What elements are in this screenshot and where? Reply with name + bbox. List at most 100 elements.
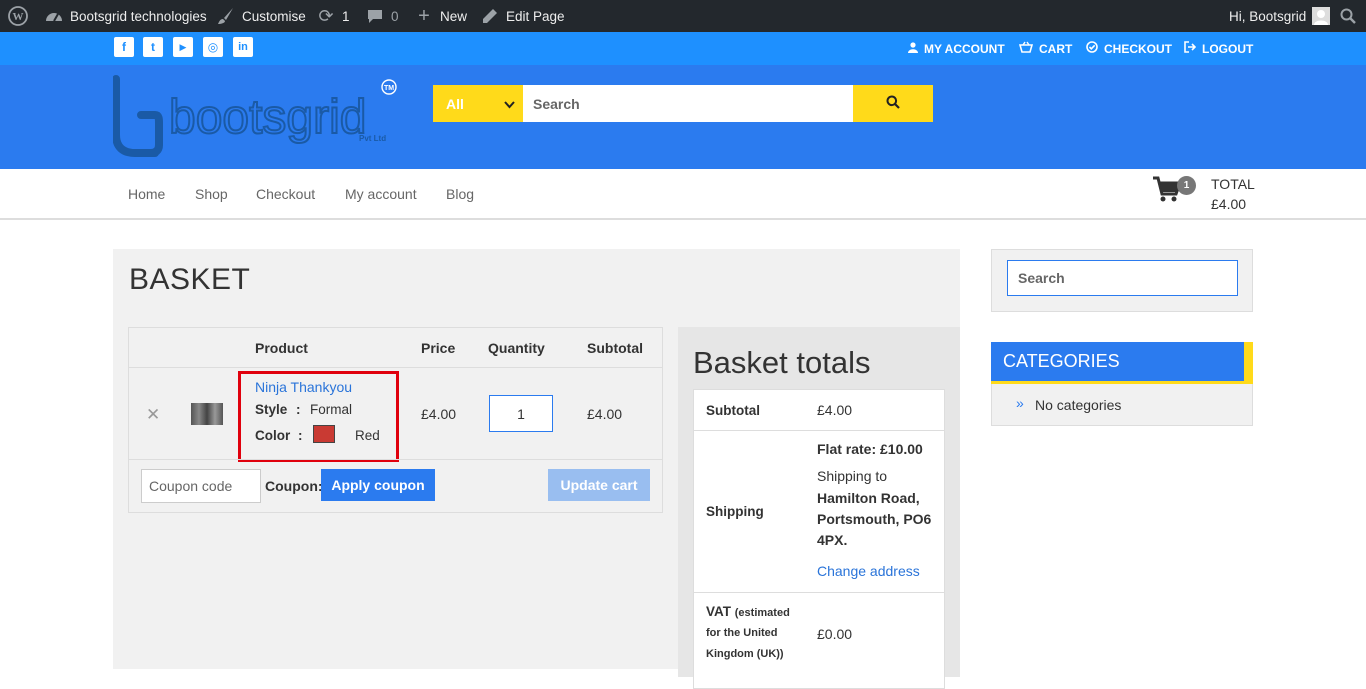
user-menu[interactable]: Hi, Bootsgrid (1229, 0, 1331, 32)
checkout-label: CHECKOUT (1104, 41, 1172, 56)
coupon-label: Coupon: (265, 478, 323, 494)
site-name-label: Bootsgrid technologies (70, 8, 207, 24)
color-key: Color (255, 428, 291, 443)
updates-count: 1 (342, 8, 350, 24)
page-title: BASKET (129, 263, 251, 296)
chevron-down-icon (504, 96, 515, 112)
bootsgrid-logo[interactable]: bootsgrid Pvt Ltd TM (112, 75, 403, 163)
update-cart-button[interactable]: Update cart (548, 469, 650, 501)
search-button[interactable] (853, 85, 933, 122)
linkedin-icon[interactable]: in (233, 37, 253, 57)
color-colon: : (298, 428, 303, 443)
comment-icon (365, 6, 385, 26)
cart-table: Product Price Quantity Subtotal ✕ Ninja … (128, 327, 663, 513)
customise-label: Customise (242, 8, 306, 24)
new-menu[interactable]: + New (414, 0, 467, 32)
youtube-icon[interactable]: ▶ (173, 37, 193, 57)
apply-coupon-button[interactable]: Apply coupon (321, 469, 435, 501)
nav-home[interactable]: Home (128, 186, 165, 202)
address-line-1: Hamilton Road, (817, 490, 920, 506)
cart-total-label: TOTAL (1211, 176, 1255, 192)
remove-item-icon[interactable]: ✕ (146, 405, 160, 425)
categories-title: CATEGORIES (991, 342, 1253, 384)
nav-checkout[interactable]: Checkout (256, 186, 315, 202)
item-price: £4.00 (421, 406, 457, 422)
coupon-code-input[interactable] (141, 469, 261, 503)
top-strip: f t ▶ ◎ in MY ACCOUNT CART CHECKOUT LOGO… (0, 32, 1366, 65)
shipping-key: Shipping (706, 504, 764, 519)
twitter-icon[interactable]: t (143, 37, 163, 57)
admin-search-icon[interactable] (1340, 0, 1356, 32)
color-value: Red (355, 428, 380, 443)
basket-icon (1018, 41, 1034, 56)
brush-icon (216, 6, 236, 26)
my-account-link[interactable]: MY ACCOUNT (908, 32, 1005, 65)
check-circle-icon (1086, 41, 1098, 56)
header-product: Product (255, 340, 308, 356)
nav-blog[interactable]: Blog (446, 186, 474, 202)
avatar (1312, 7, 1331, 25)
instagram-icon[interactable]: ◎ (203, 37, 223, 57)
header-quantity: Quantity (488, 340, 545, 356)
double-chevron-right-icon: » (1016, 395, 1024, 411)
product-name-link[interactable]: Ninja Thankyou (255, 379, 352, 395)
checkout-link[interactable]: CHECKOUT (1086, 32, 1172, 65)
customise-menu[interactable]: Customise (216, 0, 306, 32)
pencil-icon (480, 6, 500, 26)
wordpress-logo-icon[interactable]: W (8, 0, 28, 32)
subtotal-key: Subtotal (706, 403, 760, 418)
updates-menu[interactable]: ⟳ 1 (316, 0, 350, 32)
edit-page-menu[interactable]: Edit Page (480, 0, 565, 32)
comments-menu[interactable]: 0 (365, 0, 399, 32)
cart-count-badge: 1 (1177, 176, 1196, 195)
header-subtotal: Subtotal (587, 340, 643, 356)
logout-link[interactable]: LOGOUT (1184, 32, 1253, 65)
vat-note-3: Kingdom (UK)) (706, 648, 784, 660)
no-categories-text: No categories (1035, 397, 1122, 413)
search-icon (886, 95, 900, 112)
admin-bar: W Bootsgrid technologies Customise ⟳ 1 0… (0, 0, 1366, 32)
shipping-to-label: Shipping to (817, 468, 888, 484)
style-colon: : (296, 402, 301, 417)
facebook-icon[interactable]: f (114, 37, 134, 57)
subtotal-value: £4.00 (817, 402, 853, 418)
vat-note-2: for the United (706, 627, 778, 639)
category-selected: All (446, 95, 464, 112)
cart-label: CART (1039, 41, 1073, 56)
cart-link[interactable]: CART (1018, 32, 1073, 65)
logo-tm: TM (384, 85, 394, 92)
search-input[interactable] (523, 85, 853, 122)
new-label: New (440, 8, 468, 24)
quantity-input[interactable] (489, 395, 553, 432)
dashboard-icon (44, 6, 64, 26)
vat-key: VAT (estimated (706, 604, 790, 619)
sidebar-search-input[interactable] (1007, 260, 1238, 296)
logout-label: LOGOUT (1202, 41, 1254, 56)
basket-content: BASKET Product Price Quantity Subtotal ✕… (113, 249, 960, 689)
style-value: Formal (310, 402, 353, 417)
vat-value: £0.00 (817, 626, 853, 642)
shipping-rate: Flat rate: £10.00 (817, 441, 923, 457)
product-thumbnail[interactable] (191, 403, 223, 425)
edit-page-label: Edit Page (506, 8, 565, 24)
logout-icon (1184, 41, 1197, 56)
color-swatch (313, 425, 335, 443)
nav-my-account[interactable]: My account (345, 186, 417, 202)
address-line-2: Portsmouth, PO6 (817, 511, 932, 527)
my-account-label: MY ACCOUNT (924, 41, 1005, 56)
header-search: All (433, 85, 933, 122)
refresh-icon: ⟳ (318, 5, 334, 26)
divider (129, 367, 662, 368)
change-address-link[interactable]: Change address (817, 563, 920, 579)
address-line-3: 4PX. (817, 532, 848, 548)
category-select[interactable]: All (433, 85, 523, 122)
divider (129, 459, 662, 460)
categories-widget: » No categories (991, 384, 1253, 426)
totals-title: Basket totals (693, 345, 871, 380)
item-subtotal: £4.00 (587, 406, 623, 422)
greeting-label: Hi, Bootsgrid (1229, 8, 1307, 24)
divider (694, 430, 944, 431)
sidebar-search-widget (991, 249, 1253, 312)
site-name-menu[interactable]: Bootsgrid technologies (44, 0, 207, 32)
nav-shop[interactable]: Shop (195, 186, 228, 202)
